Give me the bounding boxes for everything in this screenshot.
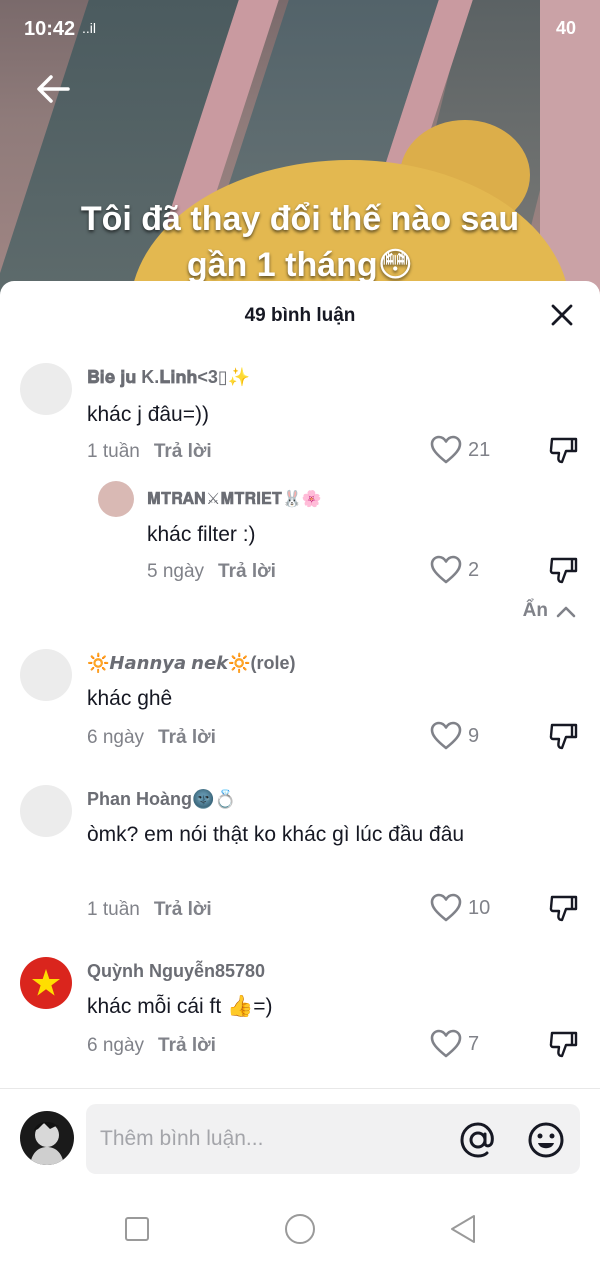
user-silhouette-icon (30, 1122, 64, 1165)
comment-username[interactable]: 𝐌𝐓𝐑𝐀𝐍⚔𝐌𝐓𝐑𝐈𝐄𝐓🐰🌸 (147, 489, 322, 509)
like-count: 9 (468, 724, 480, 747)
system-nav-bar (0, 1190, 600, 1267)
emoji-button[interactable] (526, 1120, 566, 1160)
close-icon (551, 304, 573, 326)
comment-meta: 1 tuần Trả lời (87, 899, 212, 921)
heart-icon (430, 435, 462, 464)
dislike-icon (549, 437, 578, 464)
nav-back-button[interactable] (446, 1212, 480, 1246)
chevron-up-icon (556, 606, 576, 618)
like-count: 10 (468, 896, 491, 919)
back-button[interactable] (30, 66, 76, 112)
comment-meta: 5 ngày Trả lời (147, 561, 276, 583)
mention-button[interactable] (458, 1120, 498, 1160)
video-caption-line1: Tôi đã thay đổi thế nào sau (80, 200, 520, 238)
close-button[interactable] (548, 301, 576, 329)
collapse-label: Ẩn (522, 600, 548, 621)
signal-icon: ..il (82, 20, 96, 36)
dislike-icon (549, 895, 578, 922)
dislike-button[interactable] (548, 893, 578, 923)
collapse-replies-button[interactable]: Ẩn (523, 600, 576, 622)
comment-meta: 1 tuần Trả lời (87, 441, 212, 463)
sheet-header: 49 bình luận (0, 281, 600, 351)
reply-button[interactable]: Trả lời (158, 1035, 216, 1056)
nav-back-triangle-icon (451, 1215, 475, 1243)
video-caption: Tôi đã thay đổi thế nào sau gần 1 tháng😳 (0, 196, 600, 288)
nav-square-icon (125, 1217, 149, 1241)
comment-username[interactable]: Quỳnh Nguyễn85780 (87, 961, 265, 982)
like-button[interactable]: 10 (430, 893, 490, 923)
reply-button[interactable]: Trả lời (218, 561, 276, 582)
comment-text: khác j đâu=)) (87, 403, 209, 426)
comment-meta: 6 ngày Trả lời (87, 1035, 216, 1057)
dislike-button[interactable] (548, 721, 578, 751)
star-flag-icon (32, 969, 60, 996)
dislike-button[interactable] (548, 555, 578, 585)
comments-count-title: 49 bình luận (244, 305, 356, 326)
emoji-icon (528, 1122, 564, 1158)
dislike-icon (549, 1031, 578, 1058)
heart-icon (430, 721, 462, 750)
like-button[interactable]: 21 (430, 435, 490, 465)
reply-button[interactable]: Trả lời (158, 727, 216, 748)
comment-username[interactable]: 𝐁𝐢𝐞 𝐣𝐮 K.𝐋𝐢𝐧𝐡<3▯✨ (87, 367, 250, 388)
avatar[interactable] (20, 785, 72, 837)
comment-time: 1 tuần (87, 899, 140, 920)
nav-home-button[interactable] (283, 1212, 317, 1246)
like-count: 2 (468, 558, 480, 581)
comment-meta: 6 ngày Trả lời (87, 727, 216, 749)
back-arrow-icon (37, 75, 70, 103)
heart-icon (430, 893, 462, 922)
at-icon (460, 1122, 494, 1158)
comment-text: khác mỗi cái ft 👍=) (87, 995, 273, 1018)
comment-text: khác filter :) (147, 523, 256, 546)
comment-input[interactable] (100, 1104, 440, 1174)
dislike-icon (549, 723, 578, 750)
comment-text: òmk? em nói thật ko khác gì lúc đầu đâu (87, 823, 465, 846)
reply-button[interactable]: Trả lời (154, 899, 212, 920)
nav-recents-button[interactable] (120, 1212, 154, 1246)
comment-time: 6 ngày (87, 1035, 145, 1056)
comment-username[interactable]: 🔆𝙃𝙖𝙣𝙣𝙮𝙖 𝙣𝙚𝙠🔆(role) (87, 653, 296, 674)
like-button[interactable]: 9 (430, 721, 479, 751)
like-count: 7 (468, 1032, 480, 1055)
dislike-icon (549, 557, 578, 584)
avatar[interactable] (20, 363, 72, 415)
reply-button[interactable]: Trả lời (154, 441, 212, 462)
comment-input-bar (0, 1088, 600, 1180)
comment-time: 1 tuần (87, 441, 140, 462)
avatar[interactable] (20, 957, 72, 1009)
comment-time: 5 ngày (147, 561, 205, 582)
my-avatar[interactable] (20, 1111, 74, 1165)
comment-input-container (86, 1104, 580, 1174)
comment-time: 6 ngày (87, 727, 145, 748)
like-button[interactable]: 7 (430, 1029, 479, 1059)
comment-text: khác ghê (87, 687, 173, 710)
avatar[interactable] (98, 481, 134, 517)
dislike-button[interactable] (548, 1029, 578, 1059)
battery-icon: 40 (555, 18, 576, 38)
like-button[interactable]: 2 (430, 555, 479, 585)
status-time: 10:42 (24, 18, 76, 40)
avatar[interactable] (20, 649, 72, 701)
like-count: 21 (468, 438, 491, 461)
dislike-button[interactable] (548, 435, 578, 465)
heart-icon (430, 555, 462, 584)
status-bar: 10:42 ..il 40 (0, 0, 600, 60)
comment-username[interactable]: Phan Hoàng🌚💍 (87, 789, 237, 810)
heart-icon (430, 1029, 462, 1058)
nav-circle-icon (285, 1214, 315, 1244)
